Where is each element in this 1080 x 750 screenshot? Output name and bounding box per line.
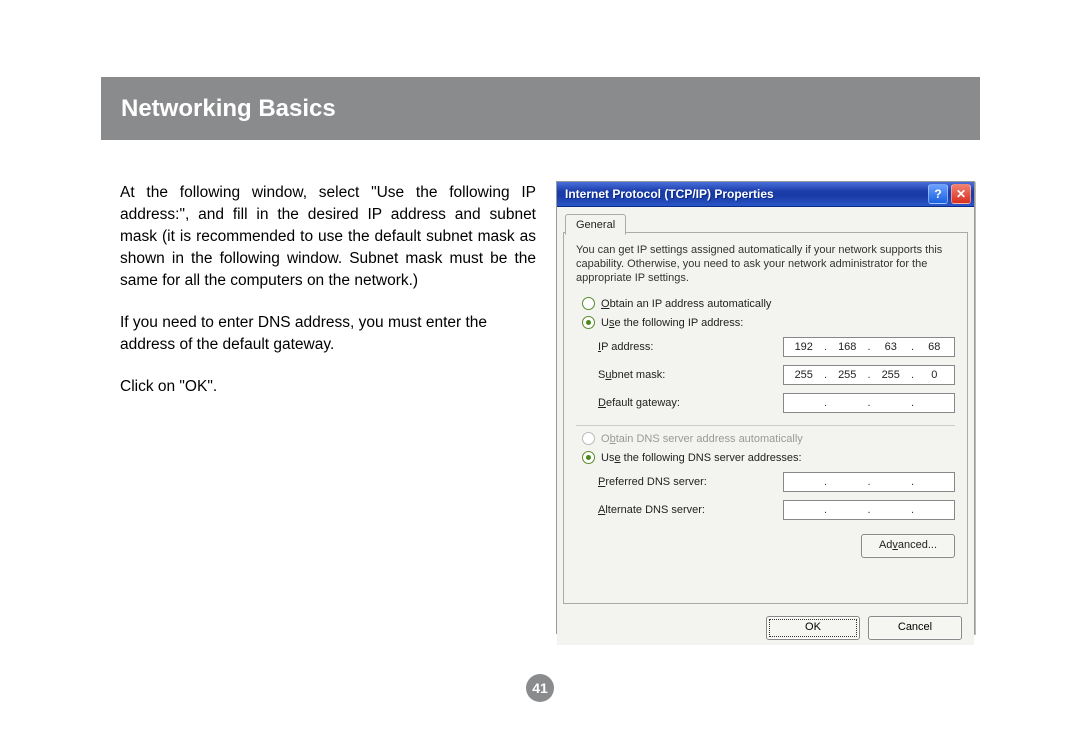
- cancel-button[interactable]: Cancel: [868, 616, 962, 640]
- section-title: Networking Basics: [121, 95, 336, 123]
- radio-icon: [582, 297, 595, 310]
- dialog-description: You can get IP settings assigned automat…: [576, 243, 955, 285]
- radio-label: Use the following IP address:: [601, 317, 743, 329]
- close-icon[interactable]: ✕: [951, 184, 971, 204]
- dialog-titlebar[interactable]: Internet Protocol (TCP/IP) Properties ? …: [557, 182, 974, 207]
- paragraph-3: Click on "OK".: [120, 376, 536, 398]
- radio-icon: [582, 451, 595, 464]
- radio-label: Obtain an IP address automatically: [601, 298, 771, 310]
- tab-panel-general: You can get IP settings assigned automat…: [563, 232, 968, 604]
- advanced-button[interactable]: Advanced...: [861, 534, 955, 558]
- paragraph-2: If you need to enter DNS address, you mu…: [120, 312, 536, 356]
- alternate-dns-input[interactable]: . . .: [783, 500, 955, 520]
- tab-strip: General: [563, 211, 968, 233]
- advanced-row: Advanced...: [576, 534, 955, 558]
- field-default-gateway: Default gateway: . . .: [576, 393, 955, 413]
- field-ip-address: IP address: 192. 168. 63. 68: [576, 337, 955, 357]
- separator: [576, 425, 955, 426]
- dialog-body: General You can get IP settings assigned…: [557, 207, 974, 611]
- field-alternate-dns: Alternate DNS server: . . .: [576, 500, 955, 520]
- document-page: Networking Basics At the following windo…: [0, 0, 1080, 750]
- ok-button[interactable]: OK: [766, 616, 860, 640]
- body-copy: At the following window, select "Use the…: [120, 182, 536, 418]
- tab-general[interactable]: General: [565, 214, 626, 235]
- default-gateway-input[interactable]: . . .: [783, 393, 955, 413]
- field-subnet-mask: Subnet mask: 255. 255. 255. 0: [576, 365, 955, 385]
- radio-obtain-ip-auto[interactable]: Obtain an IP address automatically: [582, 297, 955, 310]
- dialog-footer: OK Cancel: [557, 611, 974, 645]
- page-number: 41: [526, 674, 554, 702]
- radio-use-following-dns[interactable]: Use the following DNS server addresses:: [582, 451, 955, 464]
- subnet-mask-input[interactable]: 255. 255. 255. 0: [783, 365, 955, 385]
- tcpip-properties-dialog: Internet Protocol (TCP/IP) Properties ? …: [556, 181, 975, 634]
- radio-label: Use the following DNS server addresses:: [601, 452, 802, 464]
- field-label: Default gateway:: [598, 397, 680, 409]
- section-header: Networking Basics: [101, 77, 980, 140]
- radio-obtain-dns-auto: Obtain DNS server address automatically: [582, 432, 955, 445]
- radio-icon: [582, 432, 595, 445]
- dialog-title: Internet Protocol (TCP/IP) Properties: [557, 187, 928, 201]
- field-label: Preferred DNS server:: [598, 476, 707, 488]
- field-preferred-dns: Preferred DNS server: . . .: [576, 472, 955, 492]
- ip-address-input[interactable]: 192. 168. 63. 68: [783, 337, 955, 357]
- radio-icon: [582, 316, 595, 329]
- preferred-dns-input[interactable]: . . .: [783, 472, 955, 492]
- field-label: Subnet mask:: [598, 369, 665, 381]
- radio-label: Obtain DNS server address automatically: [601, 433, 803, 445]
- field-label: IP address:: [598, 341, 653, 353]
- field-label: Alternate DNS server:: [598, 504, 705, 516]
- radio-use-following-ip[interactable]: Use the following IP address:: [582, 316, 955, 329]
- page-number-badge: 41: [0, 674, 1080, 702]
- paragraph-1: At the following window, select "Use the…: [120, 182, 536, 292]
- help-icon[interactable]: ?: [928, 184, 948, 204]
